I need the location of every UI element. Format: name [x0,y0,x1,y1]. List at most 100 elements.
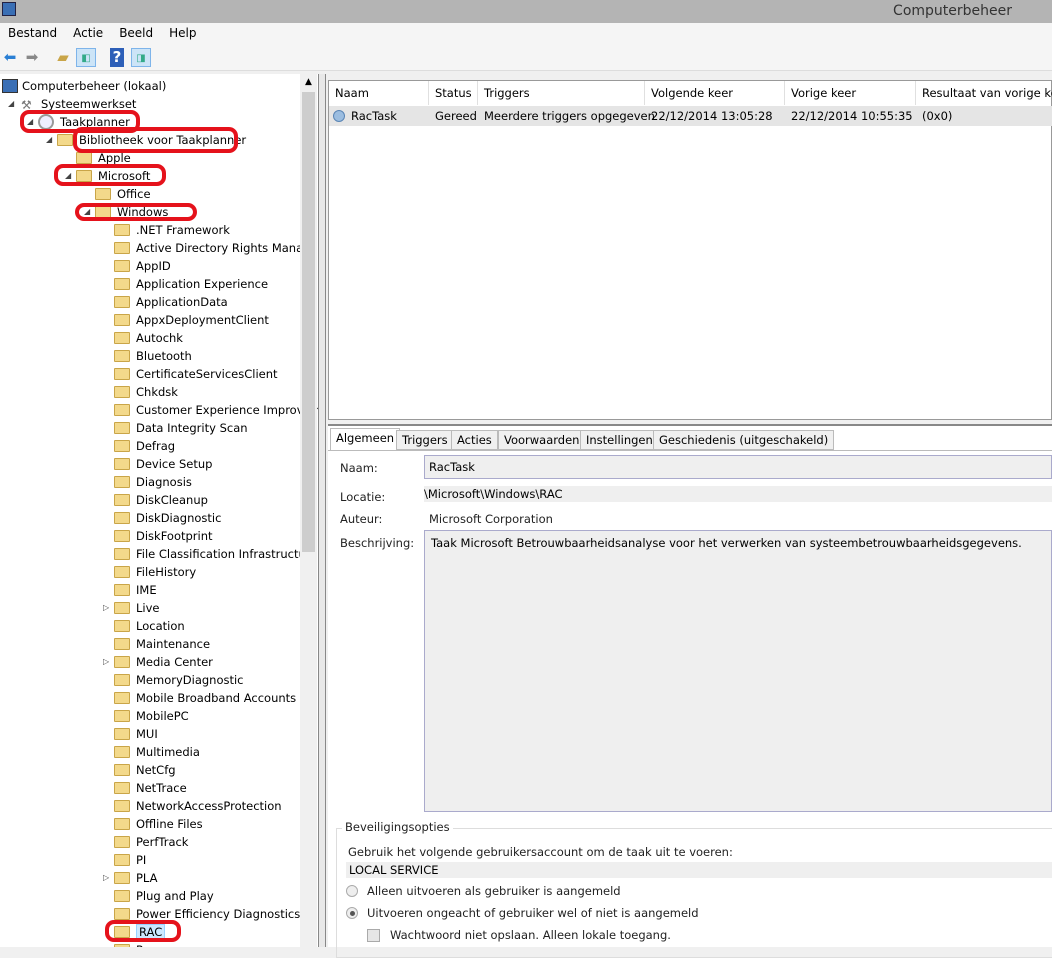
folder-icon [114,836,130,848]
tree-item[interactable]: NetCfg [0,761,300,779]
menu-beeld[interactable]: Beeld [111,23,161,44]
naam-field[interactable]: RacTask [424,455,1052,479]
tree-item-label: FileHistory [136,565,197,579]
tree-item[interactable]: IME [0,581,300,599]
tree-item[interactable]: Diagnosis [0,473,300,491]
forward-arrow-icon[interactable]: ➡ [22,48,42,67]
folder-icon [114,548,130,560]
tree-item[interactable]: DiskFootprint [0,527,300,545]
folder-icon [114,620,130,632]
tree-item[interactable]: ▷ PLA [0,869,300,887]
expand-arrow-icon[interactable]: ▷ [103,599,109,617]
expand-arrow-icon[interactable]: ▷ [103,869,109,887]
column-header-triggers[interactable]: Triggers [478,81,645,105]
tree-item[interactable]: Device Setup [0,455,300,473]
collapse-arrow-icon[interactable]: ◢ [8,95,14,113]
tree-item[interactable]: Mobile Broadband Accounts [0,689,300,707]
tree-item[interactable]: CertificateServicesClient [0,365,300,383]
tree-item[interactable]: NetworkAccessProtection [0,797,300,815]
tree-item[interactable]: PI [0,851,300,869]
tree-item[interactable]: MemoryDiagnostic [0,671,300,689]
tree-item-label: Multimedia [136,745,200,759]
beschrijving-field[interactable]: Taak Microsoft Betrouwbaarheidsanalyse v… [424,530,1052,812]
tree-item[interactable]: Active Directory Rights Management [0,239,318,257]
tab-algemeen[interactable]: Algemeen [330,428,401,451]
tree-item[interactable]: DiskCleanup [0,491,300,509]
tree-item[interactable]: .NET Framework [0,221,300,239]
tree-item[interactable]: ▷ Live [0,599,300,617]
folder-icon [114,602,130,614]
task-status: Gereed [435,109,477,123]
tab-geschiedenis[interactable]: Geschiedenis (uitgeschakeld) [653,430,835,450]
menu-actie[interactable]: Actie [65,23,111,44]
menu-bestand[interactable]: Bestand [0,23,65,44]
collapse-arrow-icon[interactable]: ◢ [46,131,52,149]
annotation-circle [105,920,181,942]
tree-item[interactable]: AppxDeploymentClient [0,311,300,329]
folder-icon [114,872,130,884]
tree-item[interactable]: DiskDiagnostic [0,509,300,527]
tree-item[interactable]: Maintenance [0,635,300,653]
tree-scrollbar-thumb[interactable] [302,92,315,552]
tab-instellingen[interactable]: Instellingen [580,430,659,450]
tree-item[interactable]: Chkdsk [0,383,300,401]
tree-item[interactable]: Data Integrity Scan [0,419,300,437]
account-value: LOCAL SERVICE [346,862,1052,878]
tree-item[interactable]: Computerbeheer (lokaal) [0,77,300,95]
tree-item[interactable]: ▷ Media Center [0,653,300,671]
tree-item-label: Chkdsk [136,385,178,399]
tree-item[interactable]: Offline Files [0,815,300,833]
folder-icon [114,656,130,668]
tree-item[interactable]: Defrag [0,437,300,455]
scroll-up-icon[interactable]: ▲ [300,77,317,87]
show-hide-console-tree-icon[interactable]: ◧ [76,48,96,67]
help-icon[interactable]: ? [110,48,124,67]
tree-item-label: .NET Framework [136,223,230,237]
folder-icon [114,674,130,686]
tree-item[interactable]: Multimedia [0,743,300,761]
radio-run-whether-logged-on[interactable] [346,907,358,919]
column-header-status[interactable]: Status [429,81,478,105]
radio-run-whether-logged-on-label: Uitvoeren ongeacht of gebruiker wel of n… [367,906,699,920]
back-arrow-icon[interactable]: ⬅ [0,48,20,67]
tree-item-label: Application Experience [136,277,269,291]
tree-item[interactable]: Customer Experience Improvement [0,401,318,419]
tree-item[interactable]: Plug and Play [0,887,300,905]
radio-only-logged-on[interactable] [346,885,358,897]
folder-icon [114,224,130,236]
tree-item[interactable]: MobilePC [0,707,300,725]
tree-item[interactable]: Location [0,617,300,635]
pane-splitter[interactable] [318,74,326,947]
folder-icon [114,422,130,434]
tree-item-label: Location [136,619,185,633]
tab-acties[interactable]: Acties [451,430,498,450]
tree-item[interactable]: Bluetooth [0,347,300,365]
column-header-result[interactable]: Resultaat van vorige keer [916,81,1052,105]
show-hide-action-pane-icon[interactable]: ◨ [131,48,151,67]
naam-label: Naam: [340,461,378,475]
column-header-last-run[interactable]: Vorige keer uitgevoerd [785,81,916,124]
tree-item[interactable]: MUI [0,725,300,743]
tab-triggers[interactable]: Triggers [396,430,454,450]
tree-item[interactable]: File Classification Infrastructure [0,545,317,563]
folder-icon [114,764,130,776]
up-folder-icon[interactable]: ▰ [53,48,73,67]
menu-help[interactable]: Help [161,23,204,44]
folder-icon [114,404,130,416]
column-header-next-run[interactable]: Volgende keer uitvoeren [645,81,785,124]
tree-item[interactable]: Application Experience [0,275,300,293]
expand-arrow-icon[interactable]: ▷ [103,653,109,671]
tree-item[interactable]: AppID [0,257,300,275]
folder-icon [95,188,111,200]
tree-item[interactable]: FileHistory [0,563,300,581]
tree-item[interactable]: PerfTrack [0,833,300,851]
do-not-store-password-checkbox[interactable] [367,929,380,942]
tree-item[interactable]: Office [0,185,300,203]
folder-icon [114,386,130,398]
tree-item[interactable]: Autochk [0,329,300,347]
tree-item[interactable]: ApplicationData [0,293,300,311]
column-header-naam[interactable]: Naam [329,81,429,105]
tab-voorwaarden[interactable]: Voorwaarden [498,430,586,450]
folder-icon [114,350,130,362]
tree-item[interactable]: NetTrace [0,779,300,797]
